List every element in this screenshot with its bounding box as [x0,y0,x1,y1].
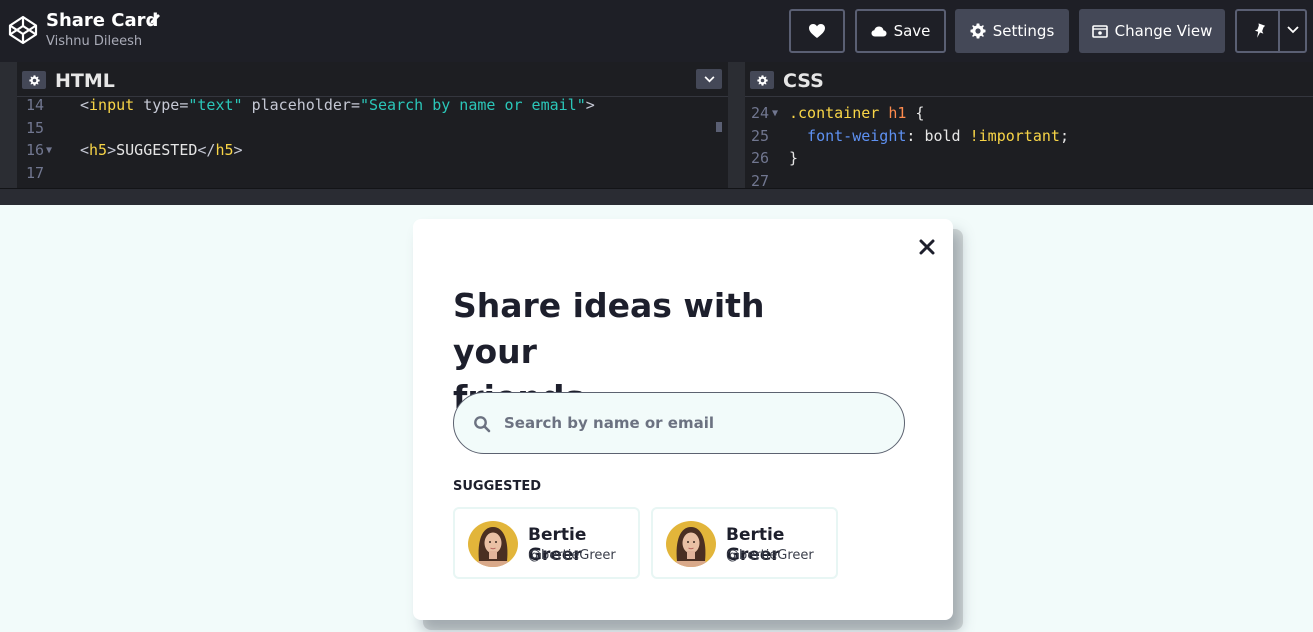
code-line[interactable]: .container h1 { [789,104,924,124]
css-editor-header: CSS [745,62,1313,97]
code-token: < [80,141,90,159]
gear-icon [756,74,768,86]
pencil-icon[interactable] [148,12,162,26]
suggested-heading: SUGGESTED [453,479,542,494]
code-token: < [80,96,90,114]
gear-icon [28,74,40,86]
html-collapse-button[interactable] [696,69,722,89]
code-token: bold [924,126,961,145]
line-number: 27 [751,171,770,190]
pen-title[interactable]: Share Card [46,10,158,31]
code-token: .container [789,104,880,122]
code-token: SUGGESTED [116,141,198,159]
html-editor-header: HTML [17,62,728,97]
code-token: } [789,149,799,167]
pane-divider[interactable] [728,62,745,188]
user-card[interactable]: Bertie Greer @bertieGreer [651,507,838,579]
line-number: 26 [751,149,770,167]
code-line[interactable]: <input type="text" placeholder="Search b… [80,96,595,116]
editor-area: HTML 14 <input type="text" placeholder="S… [0,62,1313,205]
code-token: > [233,141,243,159]
html-scrollbar[interactable] [716,122,722,132]
user-handle: @bertieGreer [726,548,814,563]
user-handle: @bertieGreer [528,548,616,563]
line-number: 25 [751,126,770,145]
code-line[interactable]: <h5>SUGGESTED</h5> [80,141,243,161]
code-token: : [906,126,925,145]
line-number: 14 [26,96,45,114]
pin-button[interactable] [1235,9,1307,53]
search-input[interactable]: Search by name or email [453,392,905,454]
line-number: 17 [26,163,45,182]
save-button[interactable]: Save [855,9,946,53]
css-editor[interactable]: CSS 24 ▼ .container h1 {25 font-weight: bo… [745,62,1313,190]
avatar [666,521,716,567]
chevron-down-icon[interactable] [1287,26,1299,34]
code-token: { [906,104,925,122]
preview-pane: Share ideas with your friends Search by … [0,205,1313,632]
code-token: font-weight [789,126,907,145]
close-icon[interactable] [918,238,936,256]
fold-arrow-icon[interactable]: ▼ [772,108,778,119]
codepen-logo-icon[interactable] [8,15,38,45]
share-card: Share ideas with your friends Search by … [413,219,953,620]
fold-arrow-icon[interactable]: ▼ [46,145,52,156]
top-bar: Share Card Vishnu Dileesh Save Settings … [0,0,1313,62]
card-heading-line-1: Share ideas with your [453,286,765,371]
search-placeholder: Search by name or email [504,414,714,432]
line-number: 15 [26,118,45,137]
code-token: > [107,141,117,159]
code-token: </ [197,141,216,159]
code-token: ; [1059,126,1069,145]
save-button-label: Save [893,22,931,40]
code-token: h5 [215,141,234,159]
code-token: "Search by name or email" [359,96,586,114]
settings-button[interactable]: Settings [955,9,1069,53]
editor-resize-handle[interactable] [0,188,1313,205]
code-token: h5 [89,141,108,159]
code-token: = [350,96,360,114]
code-token: !important [960,126,1060,145]
pin-icon [1254,23,1266,38]
search-icon [474,416,491,433]
line-number: 16 [26,141,45,159]
avatar [468,521,518,567]
code-token: "text" [188,96,243,114]
cloud-icon [871,26,887,36]
settings-button-label: Settings [992,22,1055,40]
chevron-down-icon [704,75,714,82]
author-name[interactable]: Vishnu Dileesh [46,34,142,49]
line-number: 24 [751,104,770,122]
change-view-button-label: Change View [1114,22,1213,40]
code-token: type [134,96,180,114]
gear-icon [970,23,986,39]
heart-icon [809,24,825,38]
code-token: > [585,96,595,114]
code-line[interactable]: } [789,149,798,169]
editor-left-border [0,62,17,188]
css-settings-button[interactable] [750,71,774,89]
code-token: h1 [879,104,907,122]
code-token: input [89,96,135,114]
code-token: placeholder [242,96,351,114]
html-editor[interactable]: HTML 14 <input type="text" placeholder="S… [17,62,728,188]
code-line[interactable]: font-weight: bold !important; [789,127,1069,147]
html-editor-label: HTML [55,70,115,92]
css-editor-label: CSS [783,70,824,92]
pin-divider [1278,11,1280,51]
change-view-button[interactable]: Change View [1079,9,1225,53]
html-settings-button[interactable] [22,71,46,89]
user-card[interactable]: Bertie Greer @bertieGreer [453,507,640,579]
love-button[interactable] [789,9,845,53]
view-icon [1091,24,1108,38]
